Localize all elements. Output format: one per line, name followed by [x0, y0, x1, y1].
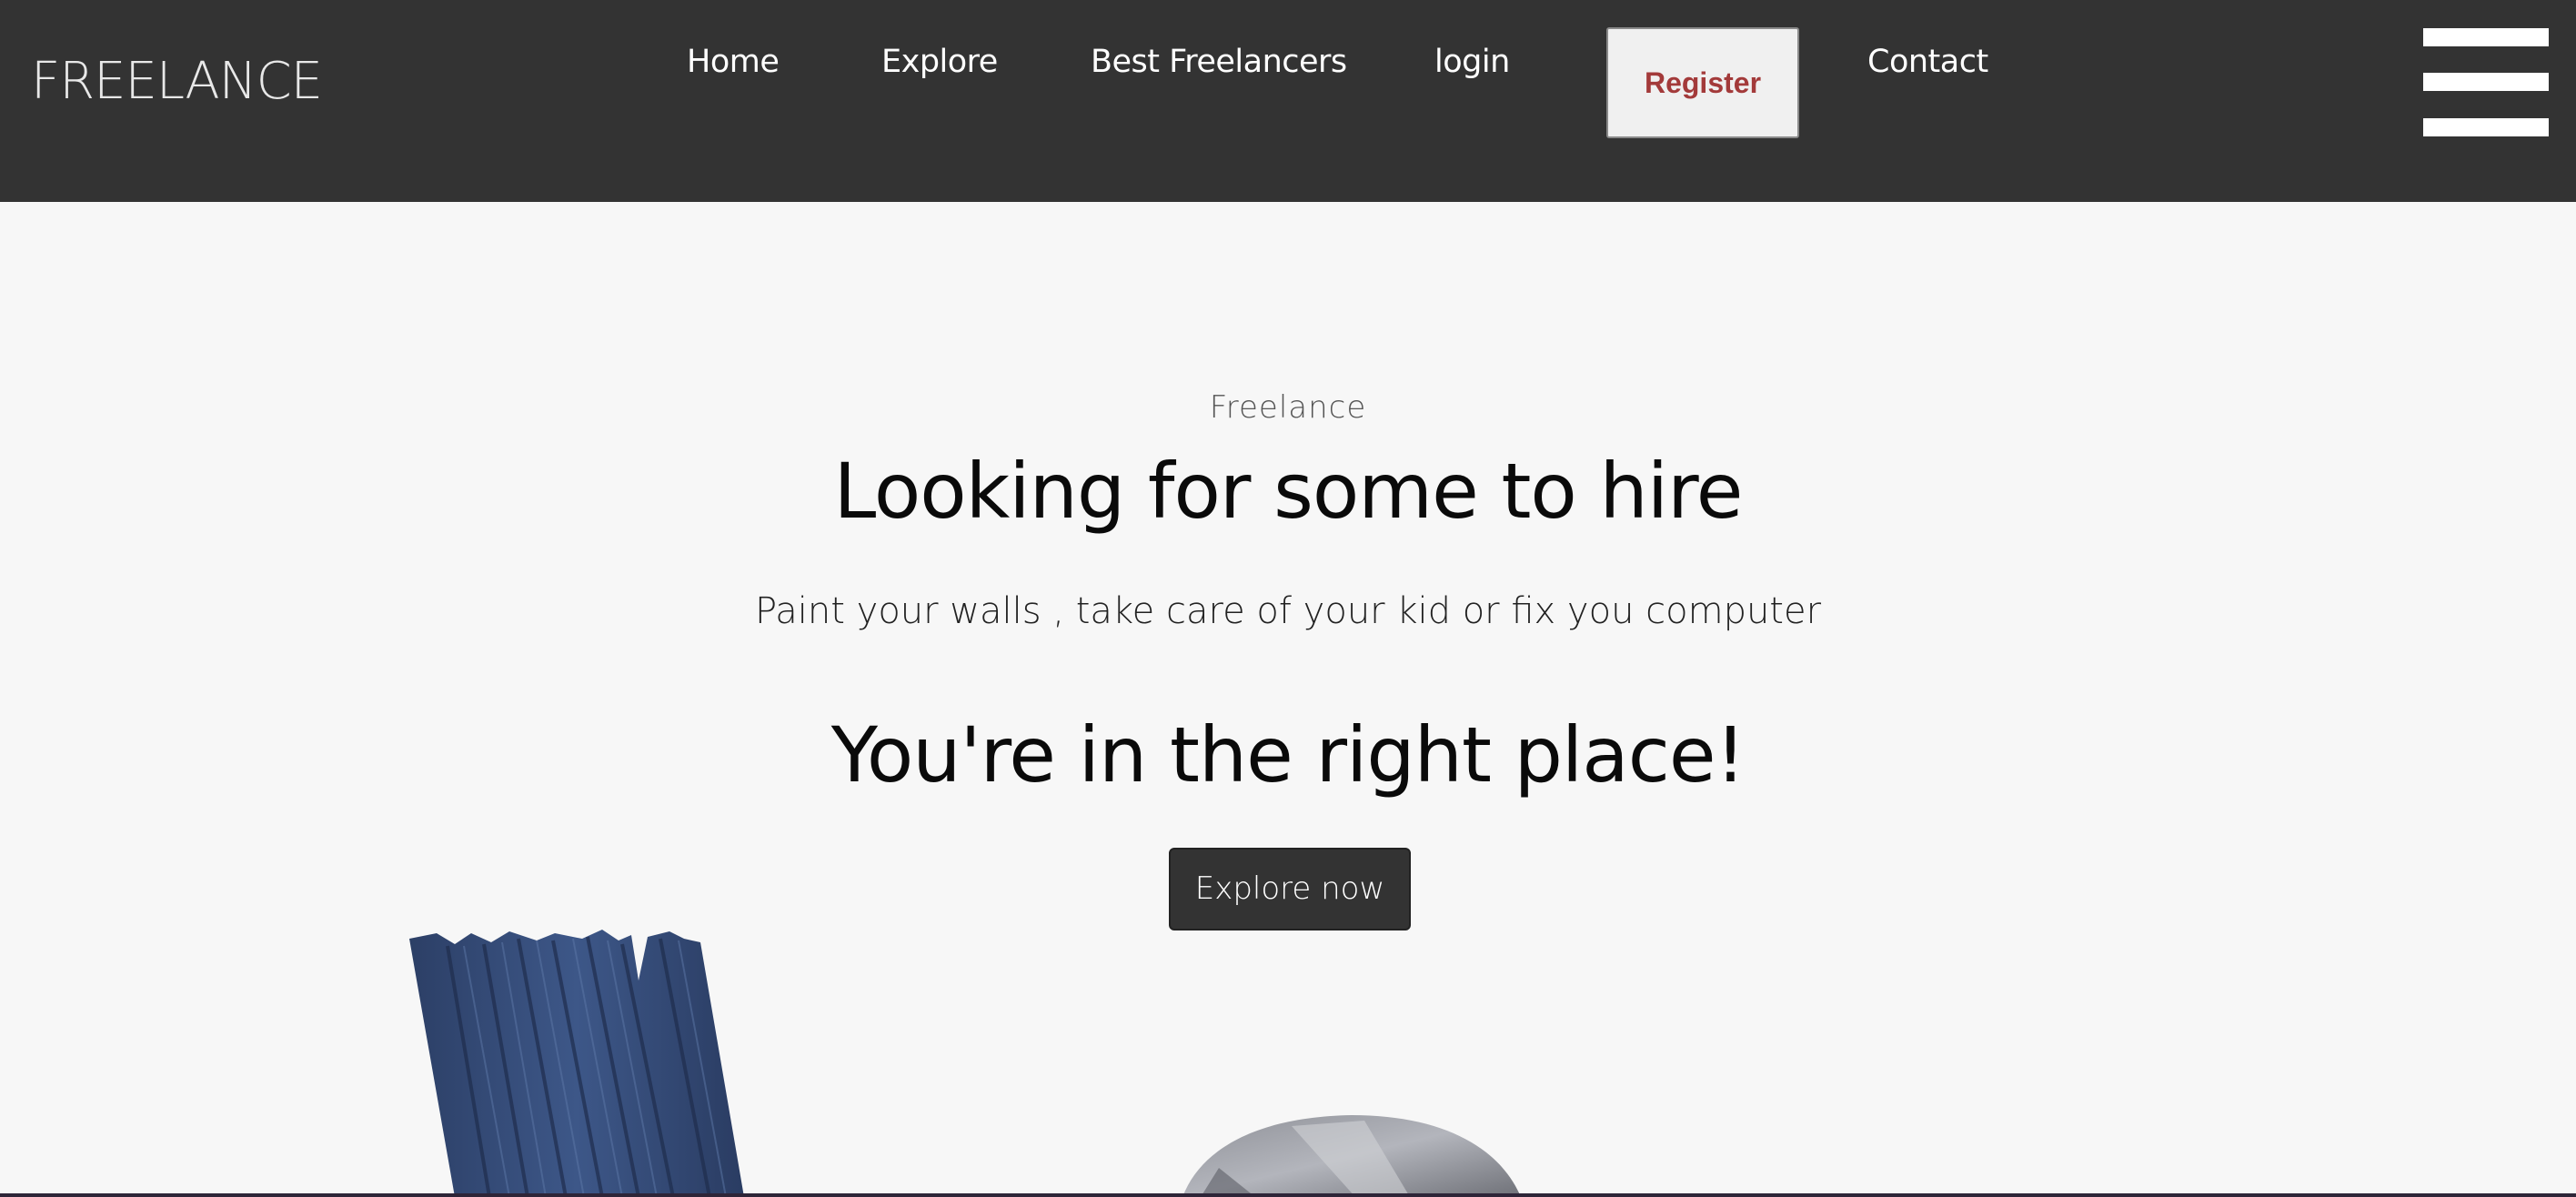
nav-link-login[interactable]: login: [1434, 36, 1510, 87]
nav-link-best-freelancers[interactable]: Best Freelancers: [1091, 36, 1347, 87]
hero-subtitle: Paint your walls , take care of your kid…: [754, 590, 1822, 632]
hamburger-bar: [2423, 118, 2549, 136]
hamburger-bar: [2423, 73, 2549, 91]
hero-title: Looking for some to hire: [833, 447, 1744, 536]
top-navbar: FREELANCE Home Explore Best Freelancers …: [0, 0, 2576, 202]
hamburger-menu-icon[interactable]: [2423, 28, 2549, 137]
hero-tagline: You're in the right place!: [830, 710, 1746, 800]
hero-eyebrow: Freelance: [1209, 389, 1367, 426]
hamburger-bar: [2423, 28, 2549, 46]
paint-brush-image: [409, 930, 744, 1197]
nav-link-explore[interactable]: Explore: [881, 36, 998, 87]
register-button[interactable]: Register: [1606, 27, 1799, 138]
brand-logo[interactable]: FREELANCE: [31, 49, 323, 115]
bottom-divider: [0, 1193, 2576, 1197]
explore-now-button[interactable]: Explore now: [1169, 848, 1411, 930]
page: FREELANCE Home Explore Best Freelancers …: [0, 0, 2576, 1197]
nav-link-contact[interactable]: Contact: [1867, 36, 1988, 87]
nav-link-home[interactable]: Home: [687, 36, 780, 87]
cap-image: [1182, 1115, 1521, 1197]
